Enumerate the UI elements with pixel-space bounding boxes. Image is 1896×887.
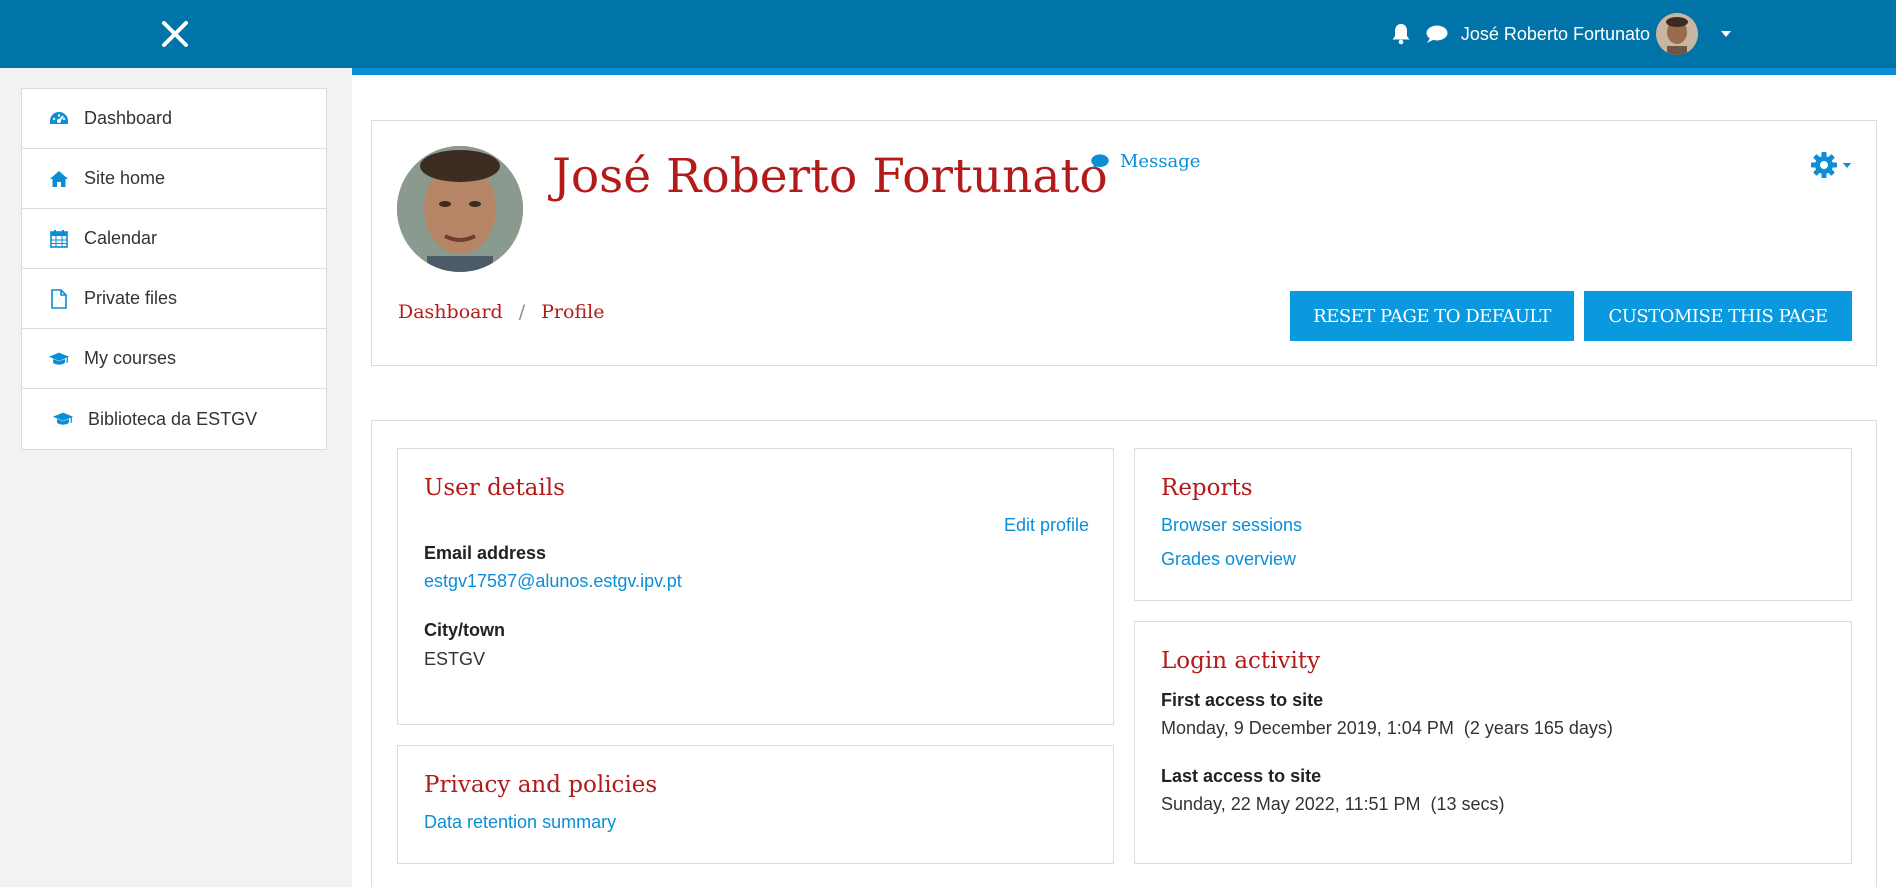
- first-access-label: First access to site: [1161, 690, 1324, 710]
- nav-drawer: Dashboard Site home Calendar Private fil…: [0, 68, 352, 887]
- sidebar-item-calendar[interactable]: Calendar: [22, 209, 326, 269]
- drawer-menu: Dashboard Site home Calendar Private fil…: [21, 88, 327, 450]
- breadcrumb: Dashboard / Profile: [398, 301, 604, 323]
- reports-title: Reports: [1161, 475, 1253, 501]
- sidebar-item-label: Private files: [84, 288, 178, 308]
- reports-block: Reports Browser sessions Grades overview: [1134, 448, 1852, 601]
- notifications-button[interactable]: [1383, 16, 1419, 52]
- graduation-cap-icon: [48, 348, 70, 370]
- close-drawer-button[interactable]: [155, 14, 195, 54]
- sidebar-item-biblioteca[interactable]: Biblioteca da ESTGV: [22, 389, 326, 449]
- sidebar-item-site-home[interactable]: Site home: [22, 149, 326, 209]
- email-label: Email address: [424, 543, 547, 563]
- home-icon: [48, 168, 70, 190]
- grades-overview-link[interactable]: Grades overview: [1161, 549, 1296, 570]
- reset-page-button[interactable]: RESET PAGE TO DEFAULT: [1290, 291, 1574, 341]
- user-avatar[interactable]: [1656, 13, 1698, 55]
- messages-button[interactable]: [1419, 16, 1455, 52]
- user-menu-name[interactable]: José Roberto Fortunato: [1461, 24, 1650, 45]
- privacy-title: Privacy and policies: [424, 772, 658, 798]
- chat-icon: [1426, 25, 1448, 43]
- profile-content: User details Edit profile Email address …: [371, 420, 1877, 887]
- graduation-cap-icon: [52, 408, 74, 430]
- sidebar-item-label: Site home: [84, 168, 166, 188]
- bell-icon: [1392, 24, 1410, 45]
- main-region: José Roberto Fortunato Message Dashboard…: [352, 68, 1896, 887]
- user-details-title: User details: [424, 475, 565, 501]
- customise-page-button[interactable]: CUSTOMISE THIS PAGE: [1584, 291, 1852, 341]
- message-label: Message: [1120, 151, 1201, 172]
- file-icon: [48, 288, 70, 310]
- gear-icon: [1811, 152, 1837, 178]
- dashboard-icon: [48, 108, 70, 130]
- edit-profile-link[interactable]: Edit profile: [1004, 515, 1089, 536]
- accent-bar: [352, 68, 1896, 75]
- user-menu-toggle[interactable]: [1718, 26, 1734, 42]
- login-activity-block: Login activity First access to site Mond…: [1134, 621, 1852, 864]
- browser-sessions-link[interactable]: Browser sessions: [1161, 515, 1302, 536]
- last-access-value: Sunday, 22 May 2022, 11:51 PM (13 secs): [1161, 794, 1505, 814]
- email-link[interactable]: estgv17587@alunos.estgv.ipv.pt: [424, 571, 682, 592]
- caret-down-icon: [1842, 162, 1852, 168]
- breadcrumb-separator: /: [518, 301, 526, 323]
- login-activity-title: Login activity: [1161, 648, 1321, 674]
- page-header: José Roberto Fortunato Message Dashboard…: [371, 120, 1877, 366]
- sidebar-item-my-courses[interactable]: My courses: [22, 329, 326, 389]
- user-navigation: José Roberto Fortunato: [1383, 12, 1734, 56]
- caret-down-icon: [1721, 31, 1731, 37]
- sidebar-item-label: Biblioteca da ESTGV: [88, 408, 258, 429]
- calendar-icon: [48, 228, 70, 250]
- last-access-label: Last access to site: [1161, 766, 1322, 786]
- user-details-block: User details Edit profile Email address …: [397, 448, 1114, 725]
- top-navbar: José Roberto Fortunato: [0, 0, 1896, 68]
- sidebar-item-label: My courses: [84, 348, 177, 368]
- sidebar-item-dashboard[interactable]: Dashboard: [22, 89, 326, 149]
- sidebar-item-private-files[interactable]: Private files: [22, 269, 326, 329]
- page-actions-menu[interactable]: [1810, 151, 1852, 179]
- breadcrumb-dashboard[interactable]: Dashboard: [398, 301, 503, 323]
- sidebar-item-label: Calendar: [84, 228, 158, 248]
- close-icon: [162, 21, 188, 47]
- first-access-value: Monday, 9 December 2019, 1:04 PM (2 year…: [1161, 718, 1613, 738]
- profile-picture: [397, 146, 523, 272]
- sidebar-item-label: Dashboard: [84, 108, 173, 128]
- message-button[interactable]: Message: [1090, 151, 1200, 172]
- breadcrumb-profile[interactable]: Profile: [541, 301, 604, 323]
- privacy-block: Privacy and policies Data retention summ…: [397, 745, 1114, 864]
- page-title: José Roberto Fortunato: [552, 149, 1108, 204]
- city-value: ESTGV: [424, 649, 486, 669]
- data-retention-summary-link[interactable]: Data retention summary: [424, 812, 616, 833]
- city-label: City/town: [424, 620, 505, 640]
- chat-icon: [1091, 154, 1109, 169]
